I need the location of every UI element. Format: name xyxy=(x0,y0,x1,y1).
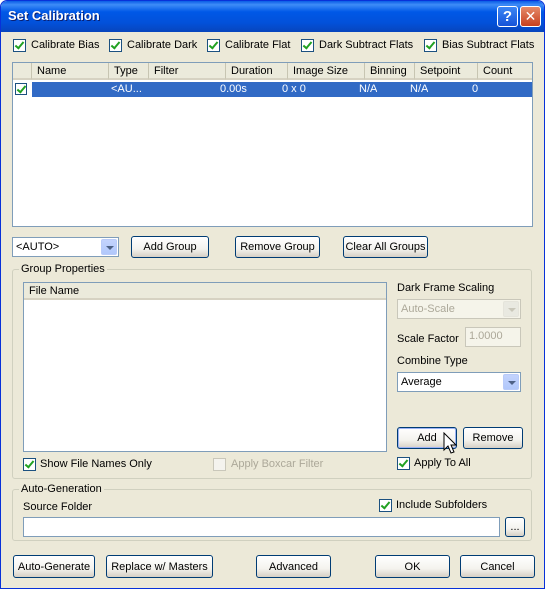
calibration-groups-table[interactable]: Name Type Filter Duration Image Size Bin… xyxy=(12,62,533,227)
dark-subtract-flats-label: Dark Subtract Flats xyxy=(319,39,414,51)
ok-button[interactable]: OK xyxy=(375,555,450,578)
calibrate-bias-label: Calibrate Bias xyxy=(31,39,100,51)
row-enabled-checkbox[interactable] xyxy=(15,83,27,95)
replace-with-masters-button[interactable]: Replace w/ Masters xyxy=(106,555,213,578)
apply-to-all-checkbox[interactable] xyxy=(397,457,410,470)
column-header-filter[interactable]: Filter xyxy=(149,63,226,80)
cell-duration: 0.00s xyxy=(220,83,247,95)
cell-setpoint: N/A xyxy=(410,83,429,95)
column-header-setpoint[interactable]: Setpoint xyxy=(415,63,478,80)
group-file-list[interactable]: File Name xyxy=(23,282,387,452)
clear-all-groups-button[interactable]: Clear All Groups xyxy=(343,236,428,258)
chevron-down-icon[interactable] xyxy=(503,301,519,317)
table-row[interactable]: <AU... 0.00s 0 x 0 N/A N/A 0 xyxy=(13,82,532,97)
include-subfolders-checkbox[interactable] xyxy=(379,499,392,512)
group-type-select[interactable]: <AUTO> xyxy=(12,237,119,257)
calibrate-dark-label: Calibrate Dark xyxy=(127,39,198,51)
column-header-duration[interactable]: Duration xyxy=(226,63,288,80)
cell-type: <AU... xyxy=(111,83,142,95)
advanced-button[interactable]: Advanced xyxy=(256,555,331,578)
cell-count: 0 xyxy=(472,83,479,95)
chevron-down-icon[interactable] xyxy=(101,239,117,255)
combine-type-value: Average xyxy=(401,376,442,388)
calibrate-bias-checkbox[interactable] xyxy=(13,39,26,52)
close-icon: ✕ xyxy=(524,8,537,24)
chevron-down-icon[interactable] xyxy=(503,374,519,390)
scale-factor-field[interactable]: 1.0000 xyxy=(465,327,521,347)
source-folder-field[interactable] xyxy=(23,517,500,537)
set-calibration-dialog: Set Calibration ? ✕ Calibrate Bias Calib… xyxy=(0,0,545,589)
dark-frame-scaling-value: Auto-Scale xyxy=(401,303,455,315)
column-header-image-size[interactable]: Image Size xyxy=(288,63,365,80)
apply-boxcar-filter-label: Apply Boxcar Filter xyxy=(231,458,324,470)
mouse-cursor-icon xyxy=(443,432,458,454)
add-group-button[interactable]: Add Group xyxy=(131,236,209,258)
help-button[interactable]: ? xyxy=(497,6,518,27)
column-header-check[interactable] xyxy=(13,63,32,80)
dark-frame-scaling-label: Dark Frame Scaling xyxy=(397,282,495,294)
include-subfolders-label: Include Subfolders xyxy=(396,499,488,511)
column-header-name[interactable]: Name xyxy=(32,63,109,80)
column-header-file-name[interactable]: File Name xyxy=(24,283,386,300)
help-icon: ? xyxy=(502,8,513,25)
row-selection: <AU... 0.00s 0 x 0 N/A N/A 0 xyxy=(32,82,532,97)
bias-subtract-flats-checkbox[interactable] xyxy=(424,39,437,52)
window-title: Set Calibration xyxy=(8,8,100,23)
column-header-count[interactable]: Count xyxy=(478,63,532,80)
show-file-names-only-checkbox[interactable] xyxy=(23,458,36,471)
scale-factor-label: Scale Factor xyxy=(397,333,459,345)
browse-folder-button[interactable]: ... xyxy=(505,517,525,537)
group-type-select-value: <AUTO> xyxy=(16,241,60,253)
calibrate-flat-checkbox[interactable] xyxy=(207,39,220,52)
apply-boxcar-filter-checkbox[interactable] xyxy=(213,458,226,471)
close-button[interactable]: ✕ xyxy=(520,6,541,27)
source-folder-label: Source Folder xyxy=(23,501,93,513)
dark-subtract-flats-checkbox[interactable] xyxy=(301,39,314,52)
column-header-binning[interactable]: Binning xyxy=(365,63,415,80)
dark-frame-scaling-select[interactable]: Auto-Scale xyxy=(397,299,521,319)
cancel-button[interactable]: Cancel xyxy=(460,555,535,578)
bias-subtract-flats-label: Bias Subtract Flats xyxy=(442,39,535,51)
remove-file-button[interactable]: Remove xyxy=(463,427,523,449)
calibrate-flat-label: Calibrate Flat xyxy=(225,39,291,51)
column-header-type[interactable]: Type xyxy=(109,63,149,80)
cell-image-size: 0 x 0 xyxy=(282,83,306,95)
calibrate-dark-checkbox[interactable] xyxy=(109,39,122,52)
title-bar[interactable]: Set Calibration ? ✕ xyxy=(1,1,544,32)
remove-group-button[interactable]: Remove Group xyxy=(235,236,320,258)
combine-type-label: Combine Type xyxy=(397,355,468,367)
auto-generate-button[interactable]: Auto-Generate xyxy=(13,555,95,578)
combine-type-select[interactable]: Average xyxy=(397,372,521,392)
group-properties-title: Group Properties xyxy=(19,263,107,275)
cell-binning: N/A xyxy=(359,83,378,95)
apply-to-all-label: Apply To All xyxy=(414,457,471,469)
show-file-names-only-label: Show File Names Only xyxy=(40,458,152,470)
auto-generation-title: Auto-Generation xyxy=(19,483,104,495)
